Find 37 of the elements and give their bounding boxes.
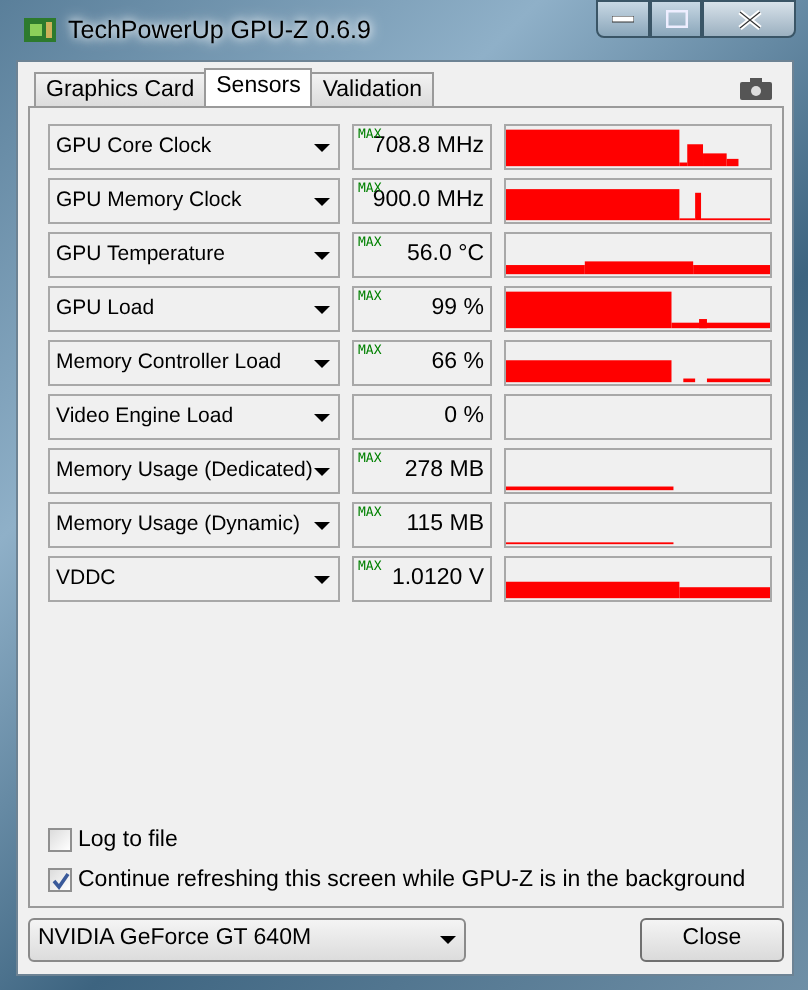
device-dropdown[interactable]: NVIDIA GeForce GT 640M	[28, 918, 466, 962]
minimize-icon	[612, 15, 634, 23]
caret-icon	[314, 143, 330, 151]
caret-icon	[440, 936, 456, 944]
checkbox[interactable]	[48, 828, 72, 853]
tab[interactable]: Validation	[310, 72, 434, 106]
sensor-dropdown[interactable]: Memory Controller Load	[48, 340, 340, 386]
window-title: TechPowerUp GPU-Z 0.6.9	[68, 13, 371, 48]
caret-icon	[314, 359, 330, 367]
sensor-dropdown[interactable]: GPU Core Clock	[48, 124, 340, 170]
caret-icon	[314, 251, 330, 259]
maximize-icon	[665, 10, 687, 28]
sensor-dropdown[interactable]: GPU Temperature	[48, 232, 340, 278]
sensor-dropdown[interactable]: GPU Memory Clock	[48, 178, 340, 224]
caret-icon	[314, 305, 330, 313]
caret-icon	[314, 521, 330, 529]
close-icon[interactable]	[702, 0, 796, 38]
caret-icon	[314, 197, 330, 205]
tab[interactable]: Sensors	[204, 68, 313, 106]
sensor-dropdown[interactable]: Memory Usage (Dynamic)	[48, 502, 340, 548]
minimize-button[interactable]	[596, 0, 650, 38]
sensor-reading: 0 %	[352, 394, 492, 440]
checkbox[interactable]	[48, 868, 72, 893]
caret-icon	[314, 575, 330, 583]
app-icon	[24, 18, 56, 42]
checkbox-label: Log to file	[78, 825, 178, 855]
caret-icon	[314, 467, 331, 475]
camera-icon[interactable]	[740, 77, 772, 99]
sensor-dropdown[interactable]: VDDC	[48, 556, 340, 602]
close-button[interactable]: Close	[640, 918, 784, 962]
caret-icon	[314, 413, 330, 421]
sensor-dropdown[interactable]: Video Engine Load	[48, 394, 340, 440]
checkbox-label: Continue refreshing this screen while GPU-Z is in the background	[78, 865, 746, 896]
tab[interactable]: Graphics Card	[34, 72, 207, 106]
sensor-dropdown[interactable]: GPU Load	[48, 286, 340, 332]
sensor-dropdown[interactable]: Memory Usage (Dedicated)	[48, 448, 340, 494]
maximize-button[interactable]	[650, 0, 702, 38]
